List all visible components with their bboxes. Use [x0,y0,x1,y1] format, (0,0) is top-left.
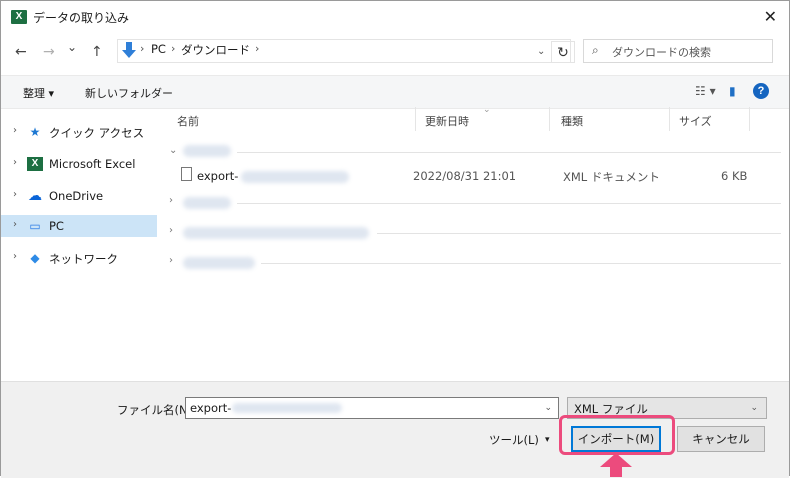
import-highlight-box [559,415,675,455]
cloud-icon: ☁ [28,188,42,204]
address-dropdown-icon[interactable]: ⌄ [537,46,545,57]
column-header-size[interactable]: サイズ [679,113,712,129]
column-header-name[interactable]: 名前 [177,113,199,129]
chevron-down-icon[interactable]: ⌄ [169,145,177,156]
group-divider [261,263,781,264]
command-bar: 整理 ▾ 新しいフォルダー ☷ ▾ ▮ ? [1,75,789,109]
chevron-right-icon[interactable]: › [169,195,173,206]
nav-item-network[interactable]: › ◆ ネットワーク [1,247,157,269]
dialog-title: データの取り込み [33,11,130,25]
nav-item-label: クイック アクセス [49,126,145,140]
chevron-right-icon[interactable]: › [13,125,17,136]
network-icon: ◆ [30,251,40,265]
nav-item-pc[interactable]: › ▭ PC [1,215,157,237]
back-button[interactable]: ← [15,44,27,60]
search-icon: ⌕ [592,43,599,57]
address-row: ← → ⌄ ↑ › PC › ダウンロード › ⌄ ↻ ⌕ ダウンロードの検索 [1,37,789,67]
file-size: 6 KB [721,169,748,183]
cancel-button[interactable]: キャンセル [677,426,765,452]
column-divider[interactable] [549,107,550,131]
file-type: XML ドキュメント [563,170,660,184]
redacted-group-name [183,257,255,269]
breadcrumb-separator: › [171,42,176,55]
redacted-filename [232,403,342,413]
chevron-right-icon[interactable]: › [169,225,173,236]
breadcrumb-downloads[interactable]: ダウンロード [181,42,250,58]
file-list: 名前 ⌄ 更新日時 種類 サイズ ⌄ export- 2022/08/31 21… [161,105,781,381]
tools-dropdown-icon[interactable]: ▾ [545,435,550,445]
title-bar: X データの取り込み ✕ [1,1,789,33]
search-input[interactable]: ダウンロードの検索 [612,44,711,60]
chevron-right-icon[interactable]: › [13,219,17,230]
nav-item-label: PC [49,219,64,233]
redacted-group-name [183,227,369,239]
pc-icon: ▭ [29,219,41,233]
chevron-right-icon[interactable]: › [169,255,173,266]
redacted-group-name [183,145,231,157]
downloads-arrow-icon [122,42,136,58]
nav-item-label: OneDrive [49,189,104,203]
search-box[interactable]: ⌕ ダウンロードの検索 [583,39,773,63]
chevron-right-icon[interactable]: › [13,251,17,262]
chevron-right-icon[interactable]: › [13,189,17,200]
filename-value: export- [190,401,232,415]
file-name[interactable]: export- [197,169,238,183]
column-divider[interactable] [415,107,416,131]
help-icon[interactable]: ? [753,83,769,99]
star-icon: ★ [29,125,41,139]
chevron-down-icon[interactable]: ⌄ [544,403,552,413]
column-header-type[interactable]: 種類 [561,113,583,129]
forward-button[interactable]: → [43,44,55,60]
group-divider [237,203,781,204]
breadcrumb-separator: › [140,42,145,55]
new-folder-button[interactable]: 新しいフォルダー [85,85,173,101]
refresh-button[interactable]: ↻ [551,41,575,63]
chevron-right-icon[interactable]: › [13,157,17,168]
breadcrumb-pc[interactable]: PC [151,42,166,56]
view-options-icon[interactable]: ☷ ▾ [695,84,716,98]
column-header-modified[interactable]: 更新日時 [425,113,469,129]
file-modified: 2022/08/31 21:01 [413,169,517,183]
nav-item-quick-access[interactable]: › ★ クイック アクセス [1,121,157,143]
excel-app-icon: X [11,10,27,24]
nav-item-excel[interactable]: ★ › X Microsoft Excel [1,153,157,175]
organize-menu[interactable]: 整理 ▾ [23,85,54,101]
column-divider[interactable] [749,107,750,131]
close-button[interactable]: ✕ [764,7,777,26]
redacted-file-name [241,171,349,183]
file-icon [181,167,192,181]
navigation-pane: › ★ クイック アクセス ★ › X Microsoft Excel › ☁ … [1,107,157,381]
redacted-group-name [183,197,231,209]
group-divider [237,152,781,153]
nav-item-label: ネットワーク [49,252,118,266]
preview-pane-icon[interactable]: ▮ [729,84,736,98]
pointer-arrow-icon [600,453,632,477]
breadcrumb-separator: › [255,42,260,55]
nav-item-onedrive[interactable]: › ☁ OneDrive [1,185,157,207]
column-divider[interactable] [669,107,670,131]
up-button[interactable]: ↑ [91,44,103,60]
tools-menu[interactable]: ツール(L) [489,432,539,448]
sort-indicator-icon: ⌄ [483,105,491,115]
nav-item-label: Microsoft Excel [49,157,136,171]
import-data-dialog: X データの取り込み ✕ ← → ⌄ ↑ › PC › ダウンロード › ⌄ ↻… [0,0,790,478]
recent-locations-button[interactable]: ⌄ [67,40,77,54]
group-divider [377,233,781,234]
chevron-down-icon: ⌄ [750,403,758,413]
excel-icon: X [27,157,43,171]
filename-field[interactable]: export- ⌄ [185,397,559,419]
